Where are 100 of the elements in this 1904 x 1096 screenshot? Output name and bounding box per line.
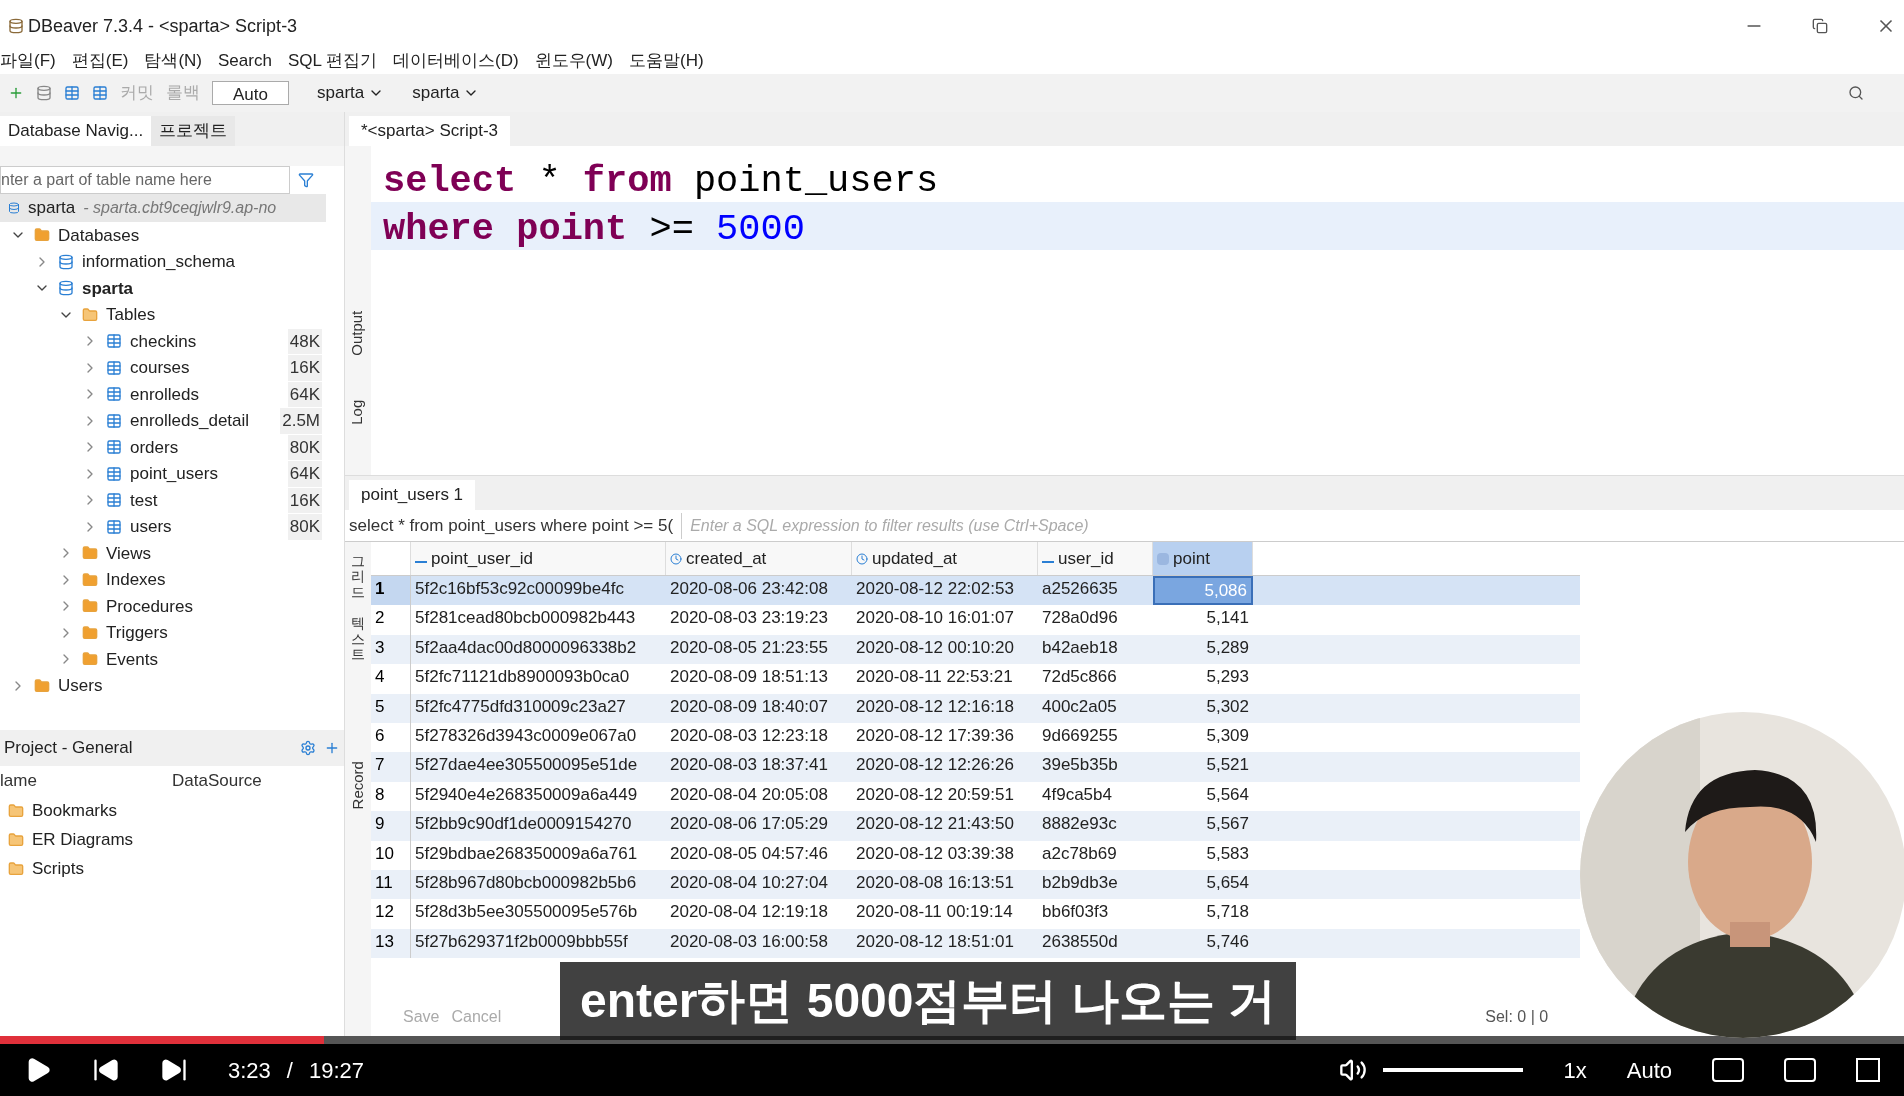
table-icon <box>106 465 122 482</box>
column-header[interactable]: created_at <box>666 542 852 575</box>
table-cell: 5,086 <box>1153 576 1253 606</box>
restore-icon[interactable] <box>1812 18 1828 34</box>
project-item[interactable]: Scripts <box>32 855 84 882</box>
table-cell-text: 5f2bb9c90df1de0009154270 <box>414 813 633 836</box>
menu-item[interactable]: 도움말(H) <box>628 48 704 74</box>
table-cell-text: 5f2aa4dac00d8000096338b2 <box>414 636 638 659</box>
results-filter-field[interactable]: Enter a SQL expression to filter results (use Ctrl+Space) <box>681 512 1700 539</box>
table-icon <box>106 518 122 535</box>
search-icon[interactable] <box>1848 85 1864 101</box>
quality-button[interactable]: Auto <box>1626 1053 1672 1087</box>
column-header[interactable]: point <box>1153 542 1253 575</box>
datasource-dropdown[interactable]: sparta <box>317 80 385 106</box>
panel-tab[interactable]: Database Navig... <box>0 116 152 146</box>
tree-item[interactable]: Triggers <box>106 620 168 646</box>
table-icon <box>106 439 122 456</box>
connection-name[interactable]: sparta <box>28 195 76 221</box>
column-header[interactable]: user_id <box>1038 542 1153 575</box>
table-cell-text: 2020-08-04 20:05:08 <box>669 783 829 806</box>
table-icon <box>106 333 122 350</box>
menu-item[interactable]: 윈도우(W) <box>534 48 613 74</box>
tree-item[interactable]: courses <box>130 355 190 381</box>
table-cell-text: 2020-08-12 03:39:38 <box>855 842 1015 865</box>
table-icon <box>106 386 122 403</box>
fullscreen-icon[interactable] <box>1856 1058 1880 1082</box>
table-cell-text: 5,293 <box>1205 666 1250 689</box>
table-row[interactable]: 11 5f28b967d80bcb000982b5b6 2020-08-04 10:27:04 2020-08-08 16:13:51 b2b9db3e 5,654 <box>371 869 1581 900</box>
table-icon <box>106 492 122 509</box>
menu-item[interactable]: 탐색(N) <box>144 48 202 74</box>
table-cell-text: 400c2a05 <box>1041 695 1118 718</box>
side-tab[interactable]: Record <box>346 761 370 810</box>
table-row[interactable]: 9 5f2bb9c90df1de0009154270 2020-08-06 17:05:29 2020-08-12 21:43:50 8882e93c 5,567 <box>371 811 1581 841</box>
table-cell-text: 2020-08-10 16:01:07 <box>855 607 1015 630</box>
row-number: 7 <box>371 752 411 782</box>
side-tab[interactable]: 텍스트 <box>351 616 365 663</box>
tree-item[interactable]: Views <box>106 540 152 566</box>
table-cell-text: 2020-08-11 00:19:14 <box>855 901 1014 924</box>
filter-icon[interactable] <box>298 172 314 188</box>
results-tab[interactable]: point_users 1 <box>349 480 476 510</box>
table-row[interactable]: 13 5f27b629371f2b0009bbb55f 2020-08-03 16:00:58 2020-08-12 18:51:01 2638550d 5,746 <box>371 928 1581 959</box>
tree-item[interactable]: enrolleds_detail <box>130 408 250 434</box>
tree-item[interactable]: orders <box>130 434 179 460</box>
table-row[interactable]: 7 5f27dae4ee305500095e51de 2020-08-03 18:37:41 2020-08-12 12:26:26 39e5b35b 5,521 <box>371 752 1581 782</box>
table-cell-text: 2020-08-12 18:51:01 <box>855 930 1015 953</box>
column-header[interactable]: updated_at <box>852 542 1038 575</box>
tree-item[interactable]: Indexes <box>106 567 166 593</box>
menu-item[interactable]: SQL 편집기 <box>287 48 377 74</box>
folder-icon <box>34 677 50 694</box>
tree-item[interactable]: Procedures <box>106 593 193 619</box>
time-separator: / <box>286 1056 293 1085</box>
tree-item[interactable]: Events <box>106 646 158 672</box>
schema-dropdown[interactable]: sparta <box>412 80 480 106</box>
tree-item[interactable]: Users <box>58 673 103 699</box>
transaction-mode-button[interactable]: Auto <box>212 81 289 105</box>
connection-host: - sparta.cbt9ceqjwlr9.ap-no <box>83 198 277 218</box>
tree-item[interactable]: point_users <box>130 461 218 487</box>
menu-item[interactable]: 파일(F) <box>0 48 56 74</box>
row-number: 4 <box>371 664 411 694</box>
new-connection-icon[interactable] <box>8 85 24 101</box>
table-row[interactable]: 3 5f2aa4dac00d8000096338b2 2020-08-05 21:23:55 2020-08-12 00:10:20 b42aeb18 5,289 <box>371 634 1581 665</box>
table-row[interactable]: 1 5f2c16bf53c92c00099be4fc 2020-08-06 23:42:08 2020-08-12 22:02:53 a2526635 5,086 <box>371 576 1581 606</box>
table-cell-text: 5f278326d3943c0009e067a0 <box>414 724 638 747</box>
database-icon <box>58 253 74 270</box>
side-tab[interactable]: Log <box>346 399 370 425</box>
table-filter-field[interactable]: nter a part of table name here <box>0 166 290 194</box>
table-cell-text: 2020-08-12 22:02:53 <box>855 578 1015 600</box>
tree-item[interactable]: checkins <box>130 328 197 354</box>
table-row[interactable]: 5 5f2fc4775dfd310009c23a27 2020-08-09 18:40:07 2020-08-12 12:16:18 400c2a05 5,302 <box>371 693 1581 723</box>
tree-item[interactable]: enrolleds <box>130 381 199 407</box>
project-item[interactable]: ER Diagrams <box>32 826 134 853</box>
tree-item[interactable]: users <box>130 514 172 540</box>
app-icon <box>8 18 24 34</box>
table-size: 64K <box>287 461 322 487</box>
menu-item[interactable]: 편집(E) <box>71 48 129 74</box>
table-cell-text: 2020-08-12 20:59:51 <box>855 783 1015 806</box>
tree-item[interactable]: information_schema <box>82 249 236 275</box>
tree-item[interactable]: sparta <box>82 275 134 301</box>
menu-item[interactable]: 데이터베이스(D) <box>393 48 519 74</box>
column-header[interactable]: point_user_id <box>411 542 666 575</box>
table-cell-text: 2020-08-05 04:57:46 <box>669 842 829 865</box>
settings-icon[interactable] <box>300 740 316 756</box>
table-cell-text: 2020-08-12 12:26:26 <box>855 754 1015 777</box>
menu-item[interactable]: Search <box>218 48 272 74</box>
table-cell-text: 2020-08-11 22:53:21 <box>855 666 1014 689</box>
table-cell-text: 2020-08-12 12:16:18 <box>855 695 1015 718</box>
project-item[interactable]: Bookmarks <box>32 797 118 824</box>
tree-item[interactable]: Databases <box>58 222 140 248</box>
table-cell-text: a2c78b69 <box>1041 842 1118 865</box>
add-icon[interactable] <box>324 740 340 756</box>
editor-tab[interactable]: *<sparta> Script-3 <box>349 116 510 146</box>
table-cell-text: 5f2fc4775dfd310009c23a27 <box>414 695 627 718</box>
speed-button[interactable]: 1x <box>1563 1053 1587 1087</box>
tree-item[interactable]: test <box>130 487 158 513</box>
table-size: 64K <box>287 381 322 407</box>
table-cell-text: 4f9ca5b4 <box>1041 783 1113 806</box>
tree-item[interactable]: Tables <box>106 302 156 328</box>
side-tab[interactable]: 그리드 <box>351 554 365 601</box>
side-tab[interactable]: Output <box>346 310 370 356</box>
panel-tab[interactable]: 프로젝트 <box>151 116 236 146</box>
